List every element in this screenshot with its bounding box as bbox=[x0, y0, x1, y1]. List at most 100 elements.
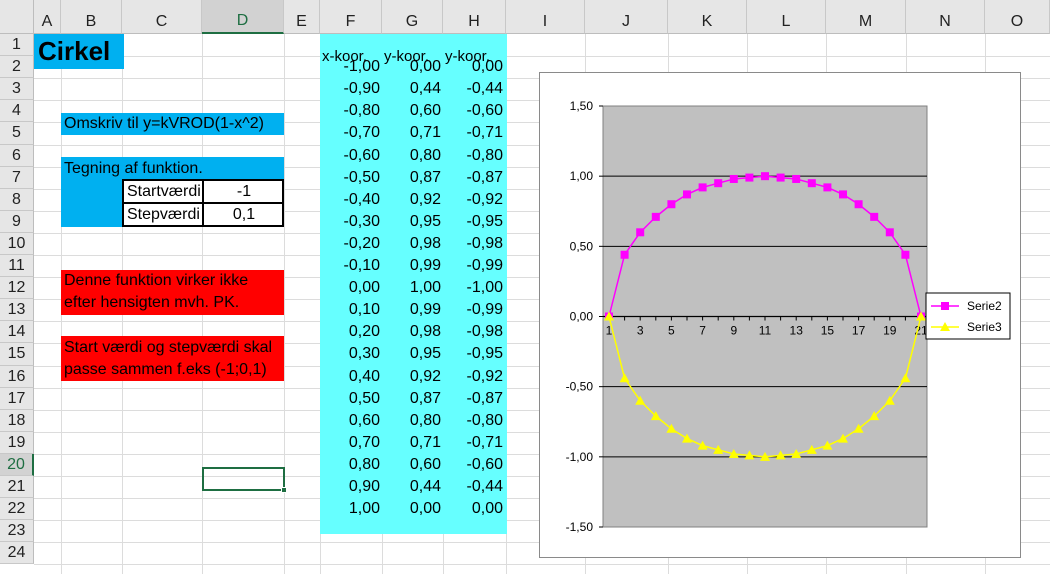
table-cell[interactable]: 0,10 bbox=[320, 299, 380, 321]
row-header-21[interactable]: 21 bbox=[0, 476, 34, 498]
column-header-g[interactable]: G bbox=[382, 0, 443, 34]
column-header-l[interactable]: L bbox=[747, 0, 826, 34]
row-header-19[interactable]: 19 bbox=[0, 432, 34, 454]
column-header-h[interactable]: H bbox=[443, 0, 506, 34]
row-header-11[interactable]: 11 bbox=[0, 255, 34, 277]
table-cell[interactable]: 1,00 bbox=[382, 277, 441, 299]
table-cell[interactable]: -0,44 bbox=[443, 78, 503, 100]
table-cell[interactable]: 0,87 bbox=[382, 167, 441, 189]
row-header-9[interactable]: 9 bbox=[0, 211, 34, 233]
table-cell[interactable]: -0,92 bbox=[443, 366, 503, 388]
column-header-e[interactable]: E bbox=[284, 0, 320, 34]
row-header-22[interactable]: 22 bbox=[0, 498, 34, 520]
table-cell[interactable]: 0,00 bbox=[443, 56, 503, 78]
row-header-4[interactable]: 4 bbox=[0, 100, 34, 122]
table-cell[interactable]: -0,71 bbox=[443, 122, 503, 144]
table-cell[interactable]: 0,99 bbox=[382, 255, 441, 277]
table-cell[interactable]: 0,98 bbox=[382, 233, 441, 255]
selected-cell[interactable] bbox=[202, 467, 285, 491]
table-cell[interactable]: 0,00 bbox=[320, 277, 380, 299]
table-cell[interactable]: 0,00 bbox=[443, 498, 503, 520]
column-header-f[interactable]: F bbox=[320, 0, 382, 34]
column-header-d[interactable]: D bbox=[202, 0, 284, 34]
table-cell[interactable]: -0,98 bbox=[443, 233, 503, 255]
table-cell[interactable]: -0,99 bbox=[443, 299, 503, 321]
row-header-24[interactable]: 24 bbox=[0, 542, 34, 564]
row-header-23[interactable]: 23 bbox=[0, 520, 34, 542]
start-value[interactable]: -1 bbox=[204, 181, 284, 203]
table-cell[interactable]: 0,60 bbox=[382, 454, 441, 476]
table-cell[interactable]: -0,80 bbox=[443, 145, 503, 167]
table-cell[interactable]: -0,80 bbox=[320, 100, 380, 122]
row-header-13[interactable]: 13 bbox=[0, 299, 34, 321]
table-cell[interactable]: -0,60 bbox=[320, 145, 380, 167]
table-cell[interactable]: 0,80 bbox=[320, 454, 380, 476]
table-cell[interactable]: 0,44 bbox=[382, 78, 441, 100]
table-cell[interactable]: -0,95 bbox=[443, 343, 503, 365]
table-cell[interactable]: 0,00 bbox=[382, 56, 441, 78]
row-header-10[interactable]: 10 bbox=[0, 233, 34, 255]
table-cell[interactable]: 0,60 bbox=[320, 410, 380, 432]
row-header-2[interactable]: 2 bbox=[0, 56, 34, 78]
table-cell[interactable]: 0,92 bbox=[382, 366, 441, 388]
row-header-3[interactable]: 3 bbox=[0, 78, 34, 100]
table-cell[interactable]: -0,99 bbox=[443, 255, 503, 277]
table-cell[interactable]: -0,60 bbox=[443, 100, 503, 122]
fill-handle[interactable] bbox=[281, 487, 287, 493]
table-cell[interactable]: 0,80 bbox=[382, 410, 441, 432]
table-cell[interactable]: 0,00 bbox=[382, 498, 441, 520]
row-header-1[interactable]: 1 bbox=[0, 34, 34, 56]
column-header-o[interactable]: O bbox=[985, 0, 1050, 34]
row-header-15[interactable]: 15 bbox=[0, 343, 34, 366]
column-header-b[interactable]: B bbox=[61, 0, 122, 34]
row-header-16[interactable]: 16 bbox=[0, 366, 34, 388]
table-cell[interactable]: 0,95 bbox=[382, 343, 441, 365]
table-cell[interactable]: -0,50 bbox=[320, 167, 380, 189]
table-cell[interactable]: 0,71 bbox=[382, 432, 441, 454]
table-cell[interactable]: -0,60 bbox=[443, 454, 503, 476]
table-cell[interactable]: 0,30 bbox=[320, 343, 380, 365]
table-cell[interactable]: -0,30 bbox=[320, 211, 380, 233]
column-header-m[interactable]: M bbox=[826, 0, 906, 34]
column-header-a[interactable]: A bbox=[34, 0, 61, 34]
table-cell[interactable]: 0,80 bbox=[382, 145, 441, 167]
table-cell[interactable]: -0,10 bbox=[320, 255, 380, 277]
row-header-14[interactable]: 14 bbox=[0, 321, 34, 343]
table-cell[interactable]: -0,20 bbox=[320, 233, 380, 255]
table-cell[interactable]: 0,70 bbox=[320, 432, 380, 454]
column-header-j[interactable]: J bbox=[585, 0, 668, 34]
table-cell[interactable]: -0,95 bbox=[443, 211, 503, 233]
table-cell[interactable]: -0,92 bbox=[443, 189, 503, 211]
table-cell[interactable]: 0,71 bbox=[382, 122, 441, 144]
row-header-20[interactable]: 20 bbox=[0, 454, 34, 476]
step-value[interactable]: 0,1 bbox=[204, 204, 284, 226]
row-header-5[interactable]: 5 bbox=[0, 122, 34, 145]
column-header-i[interactable]: I bbox=[506, 0, 585, 34]
table-cell[interactable]: 0,95 bbox=[382, 211, 441, 233]
row-header-17[interactable]: 17 bbox=[0, 388, 34, 410]
table-cell[interactable]: -1,00 bbox=[320, 56, 380, 78]
table-cell[interactable]: 0,20 bbox=[320, 321, 380, 343]
table-cell[interactable]: -1,00 bbox=[443, 277, 503, 299]
table-cell[interactable]: -0,40 bbox=[320, 189, 380, 211]
row-header-6[interactable]: 6 bbox=[0, 145, 34, 167]
table-cell[interactable]: 0,60 bbox=[382, 100, 441, 122]
table-cell[interactable]: 0,98 bbox=[382, 321, 441, 343]
select-all-corner[interactable] bbox=[0, 0, 34, 34]
row-header-8[interactable]: 8 bbox=[0, 189, 34, 211]
table-cell[interactable]: 0,87 bbox=[382, 388, 441, 410]
table-cell[interactable]: 0,90 bbox=[320, 476, 380, 498]
table-cell[interactable]: -0,80 bbox=[443, 410, 503, 432]
column-header-k[interactable]: K bbox=[668, 0, 747, 34]
table-cell[interactable]: -0,87 bbox=[443, 388, 503, 410]
table-cell[interactable]: 1,00 bbox=[320, 498, 380, 520]
table-cell[interactable]: 0,44 bbox=[382, 476, 441, 498]
table-cell[interactable]: -0,71 bbox=[443, 432, 503, 454]
table-cell[interactable]: 0,50 bbox=[320, 388, 380, 410]
table-cell[interactable]: -0,98 bbox=[443, 321, 503, 343]
chart[interactable]: 1,50 1,00 0,50 0,00 -0,50 -1,00 -1,50 1 3 5 7 9 11 13… bbox=[539, 72, 1021, 558]
column-header-c[interactable]: C bbox=[122, 0, 202, 34]
row-header-7[interactable]: 7 bbox=[0, 167, 34, 189]
table-cell[interactable]: -0,90 bbox=[320, 78, 380, 100]
column-header-n[interactable]: N bbox=[906, 0, 985, 34]
